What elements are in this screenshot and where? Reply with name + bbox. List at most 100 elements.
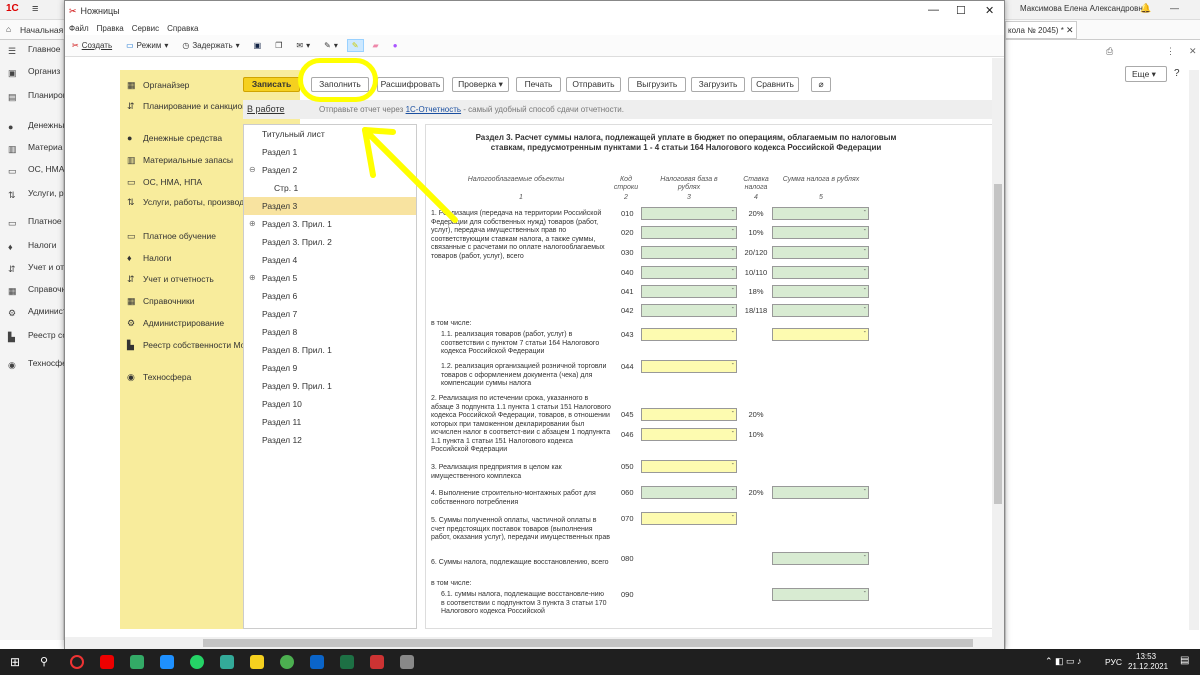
excel-icon[interactable] (340, 655, 354, 669)
tax-base-field[interactable] (641, 246, 737, 259)
section-item[interactable]: Раздел 8 (244, 323, 416, 341)
section-item[interactable]: Раздел 12 (244, 431, 416, 449)
export-button[interactable]: Выгрузить (628, 77, 686, 92)
save-report-button[interactable]: Записать (243, 77, 300, 92)
1c-taskbar-icon[interactable] (250, 655, 264, 669)
new-snip-button[interactable]: ✂ Создать (67, 39, 117, 52)
language-indicator[interactable]: РУС (1105, 657, 1122, 667)
doc-tab[interactable]: кола № 2045) * ✕ (1005, 21, 1077, 39)
report-status[interactable]: В работе (247, 104, 285, 114)
mode-button[interactable]: ▭ Режим ▾ (121, 39, 173, 52)
1c-reporting-link[interactable]: 1С-Отчетность (406, 105, 462, 114)
pdf-icon[interactable] (370, 655, 384, 669)
print-button[interactable]: Печать (516, 77, 561, 92)
copy-button[interactable]: ❐ (270, 39, 287, 52)
tax-sum-field[interactable] (772, 226, 869, 239)
bg-nav-item[interactable]: ⇅ Услуги, р производ (0, 188, 64, 210)
hamburger-icon[interactable]: ≡ (32, 3, 38, 15)
vertical-scrollbar[interactable] (992, 58, 1004, 638)
right-scrollbar[interactable] (1189, 70, 1199, 630)
bg-nav-item[interactable]: ● Денежны (0, 120, 64, 142)
clock-date[interactable]: 21.12.2021 (1128, 662, 1168, 671)
yandex-icon[interactable] (100, 655, 114, 669)
clock-time[interactable]: 13:53 (1136, 652, 1156, 661)
close-form-icon[interactable]: ✕ (1189, 46, 1197, 57)
tax-base-field[interactable] (641, 285, 737, 298)
attach-button[interactable]: ⌀ (811, 77, 831, 92)
snip-taskbar-icon[interactable] (400, 655, 414, 669)
menu-dots-icon[interactable]: ⋮ (1166, 46, 1175, 57)
section-item[interactable]: Раздел 3. Прил. 2 (244, 233, 416, 251)
bg-nav-item[interactable]: ▭ ОС, НМА (0, 164, 64, 186)
notifications-icon[interactable]: ▤ (1180, 655, 1189, 666)
section-item[interactable]: Раздел 9. Прил. 1 (244, 377, 416, 395)
minimize-icon[interactable]: — (1170, 3, 1179, 13)
bg-nav-item[interactable]: ◉ Техносфе (0, 358, 64, 380)
bg-nav-item[interactable]: ▙ Реестр со Москвы (0, 330, 64, 352)
tax-base-field[interactable] (641, 512, 737, 525)
expand-icon[interactable]: ⊖ (249, 161, 256, 179)
pen-button[interactable]: ✎ ▾ (319, 39, 343, 52)
bg-nav-item[interactable]: ▤ Планиров санкцион (0, 90, 64, 112)
bg-nav-item[interactable]: ▦ Справочн (0, 284, 64, 306)
edge-icon[interactable] (160, 655, 174, 669)
section-item[interactable]: Раздел 7 (244, 305, 416, 323)
tax-base-field[interactable] (641, 226, 737, 239)
highlighter-button[interactable]: ✎ (346, 39, 364, 52)
windows-start-icon[interactable]: ⊞ (10, 655, 20, 669)
decode-button[interactable]: Расшифровать (377, 77, 444, 92)
home-tab[interactable]: Начальная (20, 25, 63, 35)
chrome-icon[interactable] (280, 655, 294, 669)
tax-base-field[interactable] (641, 266, 737, 279)
bg-nav-item[interactable]: ▭ Платное о (0, 216, 64, 238)
menu-edit[interactable]: Правка (97, 24, 124, 33)
more-button[interactable]: Еще ▾ (1125, 66, 1167, 82)
close-icon[interactable]: ✕ (985, 4, 994, 17)
app2-icon[interactable] (220, 655, 234, 669)
section-item[interactable]: Раздел 10 (244, 395, 416, 413)
send-button[interactable]: ✉ ▾ (291, 39, 315, 52)
search-icon[interactable]: ⚲ (40, 655, 48, 668)
help-icon[interactable]: ? (1174, 68, 1180, 79)
tax-sum-field[interactable] (772, 486, 869, 499)
maximize-icon[interactable]: ☐ (956, 4, 966, 17)
tax-sum-field[interactable] (772, 552, 869, 565)
tax-base-field[interactable] (641, 304, 737, 317)
tax-base-field[interactable] (641, 207, 737, 220)
compare-button[interactable]: Сравнить (751, 77, 799, 92)
tax-base-field[interactable] (641, 360, 737, 373)
eraser-button[interactable]: ▰ (368, 39, 384, 52)
home-icon[interactable]: ⌂ (6, 24, 11, 34)
bg-nav-item[interactable]: ☰ Главное (0, 44, 64, 66)
delay-button[interactable]: ◷ Задержать ▾ (177, 39, 244, 52)
scroll-thumb[interactable] (994, 184, 1002, 504)
tax-sum-field[interactable] (772, 285, 869, 298)
tray-icons[interactable]: ⌃ ◧ ▭ ♪ (1045, 656, 1082, 667)
section-item[interactable]: Раздел 8. Прил. 1 (244, 341, 416, 359)
section-item[interactable]: Раздел 11 (244, 413, 416, 431)
outlook-icon[interactable] (310, 655, 324, 669)
print-icon[interactable]: ⎙ (1106, 46, 1113, 57)
expand-icon[interactable]: ⊕ (249, 269, 256, 287)
menu-help[interactable]: Справка (167, 24, 198, 33)
whatsapp-icon[interactable] (190, 655, 204, 669)
load-button[interactable]: Загрузить (691, 77, 745, 92)
tax-base-field[interactable] (641, 408, 737, 421)
tax-sum-field[interactable] (772, 266, 869, 279)
close-icon[interactable]: ✕ (1066, 25, 1074, 36)
section-item[interactable]: Раздел 4 (244, 251, 416, 269)
tax-sum-field[interactable] (772, 328, 869, 341)
menu-tools[interactable]: Сервис (132, 24, 159, 33)
section-item[interactable]: ⊕ Раздел 5 (244, 269, 416, 287)
menu-file[interactable]: Файл (69, 24, 89, 33)
paint3d-button[interactable]: ● (388, 39, 403, 52)
bg-nav-item[interactable]: ⚙ Админист (0, 306, 64, 328)
app-icon[interactable] (130, 655, 144, 669)
tax-sum-field[interactable] (772, 246, 869, 259)
bell-icon[interactable]: 🔔 (1140, 3, 1151, 14)
bg-nav-item[interactable]: ▥ Материа (0, 142, 64, 164)
bg-nav-item[interactable]: ⇵ Учет и от (0, 262, 64, 284)
tax-base-field[interactable] (641, 486, 737, 499)
section-item[interactable]: Раздел 6 (244, 287, 416, 305)
hscroll-thumb[interactable] (203, 639, 973, 647)
